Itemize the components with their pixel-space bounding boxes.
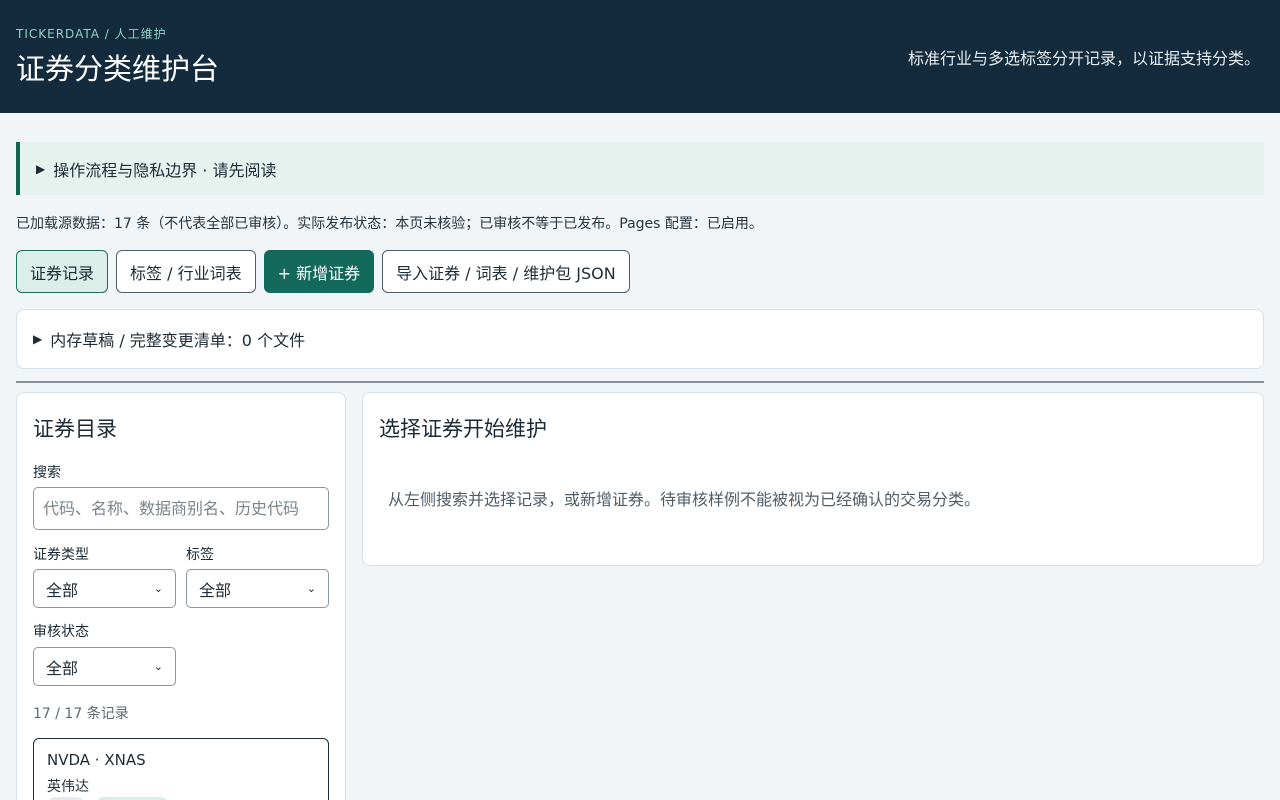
- record-name: 英伟达: [47, 779, 89, 795]
- securities-directory-panel: 证券目录 搜索 证券类型 全部 ⌄ 标签 全部 ⌄ 审核状态 全部 ⌄ 17 /…: [16, 392, 346, 800]
- review-filter-select[interactable]: 全部 ⌄: [33, 647, 176, 686]
- chevron-down-icon: ⌄: [306, 582, 316, 595]
- page-title: 证券分类维护台: [16, 52, 220, 86]
- tab-vocabulary[interactable]: 标签 / 行业词表: [116, 250, 256, 293]
- draft-disclosure[interactable]: ▶ 内存草稿 / 完整变更清单：0 个文件: [16, 309, 1264, 369]
- guide-disclosure[interactable]: ▶ 操作流程与隐私边界 · 请先阅读: [16, 142, 1264, 195]
- main-tabs: 证券记录 标签 / 行业词表 + 新增证券 导入证券 / 词表 / 维护包 JS…: [16, 250, 630, 293]
- breadcrumb: TICKERDATA / 人工维护: [16, 27, 167, 41]
- guide-label: 操作流程与隐私边界 · 请先阅读: [53, 160, 277, 180]
- search-input[interactable]: [33, 487, 329, 530]
- status-line: 已加载源数据：17 条（不代表全部已审核）。实际发布状态：本页未核验；已审核不等…: [16, 216, 763, 232]
- review-filter-label: 审核状态: [33, 624, 89, 640]
- type-filter-label: 证券类型: [33, 547, 89, 563]
- import-json-button[interactable]: 导入证券 / 词表 / 维护包 JSON: [382, 250, 630, 293]
- add-security-button[interactable]: + 新增证券: [263, 250, 375, 293]
- search-label: 搜索: [33, 465, 61, 481]
- list-item[interactable]: NVDA · XNAS 英伟达: [33, 738, 329, 800]
- record-symbol: NVDA · XNAS: [47, 751, 146, 769]
- editor-title: 选择证券开始维护: [379, 417, 547, 441]
- chevron-down-icon: ⌄: [153, 582, 163, 595]
- app-header: TICKERDATA / 人工维护 证券分类维护台 标准行业与多选标签分开记录，…: [0, 0, 1280, 113]
- tag-filter-label: 标签: [186, 547, 214, 563]
- chevron-down-icon: ⌄: [153, 660, 163, 673]
- tag-filter-select[interactable]: 全部 ⌄: [186, 569, 329, 608]
- review-filter-value: 全部: [46, 658, 79, 678]
- type-filter-select[interactable]: 全部 ⌄: [33, 569, 176, 608]
- editor-panel: 选择证券开始维护 从左侧搜索并选择记录，或新增证券。待审核样例不能被视为已经确认…: [362, 392, 1264, 566]
- record-count: 17 / 17 条记录: [33, 706, 129, 722]
- editor-empty-state: 从左侧搜索并选择记录，或新增证券。待审核样例不能被视为已经确认的交易分类。: [388, 490, 981, 509]
- divider: [16, 381, 1264, 383]
- triangle-right-icon: ▶: [36, 161, 46, 176]
- header-tagline: 标准行业与多选标签分开记录，以证据支持分类。: [907, 49, 1260, 68]
- type-filter-value: 全部: [46, 580, 79, 600]
- tag-filter-value: 全部: [199, 580, 232, 600]
- directory-title: 证券目录: [33, 417, 117, 441]
- draft-label: 内存草稿 / 完整变更清单：0 个文件: [50, 331, 306, 350]
- tab-securities[interactable]: 证券记录: [16, 250, 109, 293]
- triangle-right-icon: ▶: [33, 332, 43, 346]
